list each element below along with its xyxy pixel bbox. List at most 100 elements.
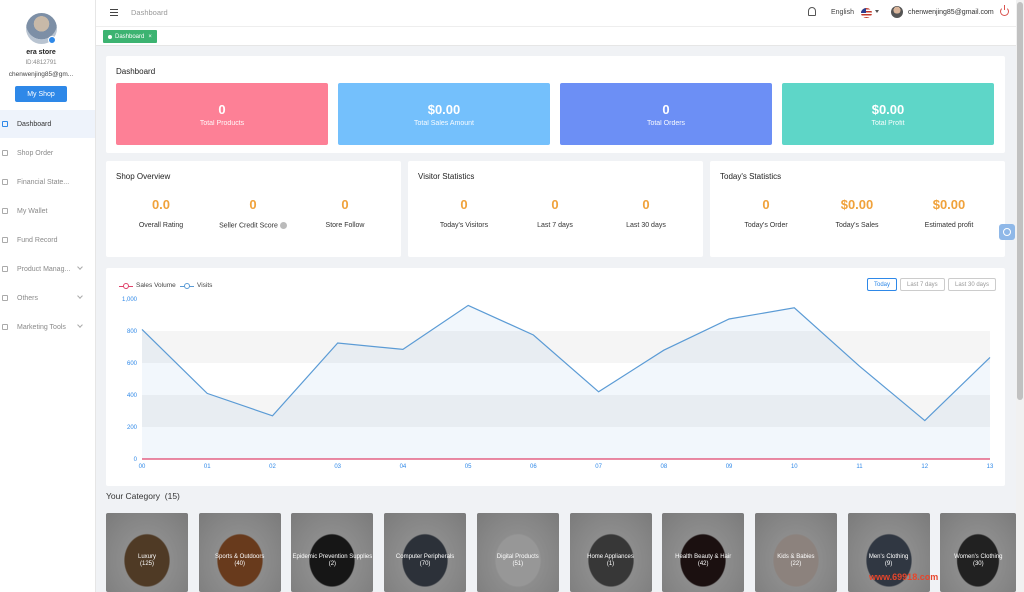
category-overlay: [198, 513, 281, 592]
user-email[interactable]: chenwenjing85@gmail.com: [908, 9, 994, 16]
category-tile[interactable]: Epidemic Prevention Supplies (2): [291, 513, 374, 592]
sidebar-item-label: Dashboard: [17, 120, 52, 128]
stat-value: $0.00: [871, 102, 905, 117]
customer-service-icon[interactable]: [999, 224, 1015, 240]
metric-value: 0.0: [151, 197, 171, 212]
sidebar-item-label: Marketing Tools: [17, 323, 66, 331]
menu-toggle-icon[interactable]: [110, 9, 118, 17]
dashboard-card: Dashboard 0 Total Products $0.00 Total Sale…: [106, 56, 1005, 153]
metric-label: Last 7 days: [537, 222, 573, 229]
sidebar-item-dashboard[interactable]: Dashboard: [0, 110, 95, 138]
category-overlay: [662, 513, 745, 592]
x-tick-label: 05: [465, 464, 472, 470]
tab-strip: Dashboard ×: [96, 27, 1016, 46]
category-name: Kids & Babies: [777, 554, 815, 560]
sidebar-item-financial-state[interactable]: Financial State...: [0, 168, 95, 196]
product-icon: [2, 266, 8, 272]
logout-icon[interactable]: [1000, 5, 1009, 16]
seller-credit-metric: 0 Seller Credit Score: [208, 197, 298, 229]
tab-dashboard[interactable]: Dashboard ×: [103, 30, 157, 43]
wallet-icon: [2, 208, 8, 214]
grid-band: [142, 299, 990, 331]
store-id: ID:4812791: [25, 60, 57, 66]
category-tile[interactable]: Home Appliances (1): [569, 513, 652, 592]
user-avatar[interactable]: [891, 6, 903, 18]
sidebar-item-label: Financial State...: [17, 178, 70, 186]
chevron-down-icon: [77, 293, 83, 299]
category-tile[interactable]: Computer Peripherals (70): [384, 513, 467, 592]
category-name: Home Appliances: [587, 554, 634, 560]
scrollbar-thumb[interactable]: [1017, 2, 1023, 400]
tab-close-icon[interactable]: ×: [148, 34, 152, 40]
sidebar-item-my-wallet[interactable]: My Wallet: [0, 197, 95, 225]
x-tick-label: 13: [987, 464, 994, 470]
y-tick-label: 800: [127, 329, 138, 335]
category-tile[interactable]: Health Beauty & Hair (42): [662, 513, 745, 592]
total-sales-amount-tile[interactable]: $0.00 Total Sales Amount: [338, 83, 550, 145]
category-tile[interactable]: Digital Products (51): [476, 513, 559, 592]
sidebar-item-fund-record[interactable]: Fund Record: [0, 226, 95, 254]
info-icon[interactable]: [279, 222, 287, 229]
order-icon: [2, 150, 8, 156]
bell-icon[interactable]: [808, 7, 816, 16]
metric-label: Estimated profit: [924, 222, 974, 229]
category-tile[interactable]: Sports & Outdoors (40): [198, 513, 281, 592]
sidebar-item-product-manag[interactable]: Product Manag...: [0, 255, 95, 283]
others-icon: [2, 295, 8, 301]
total-orders-tile[interactable]: 0 Total Orders: [560, 83, 772, 145]
category-overlay: [291, 513, 374, 592]
x-tick-label: 08: [661, 464, 668, 470]
category-name: Women's Clothing: [954, 554, 1003, 560]
y-tick-label: 600: [127, 361, 138, 367]
overall-rating-metric: 0.0 Overall Rating: [116, 197, 206, 229]
sidebar-item-marketing-tools[interactable]: Marketing Tools: [0, 313, 95, 341]
last-30-days-metric: 0 Last 30 days: [601, 197, 691, 229]
category-tile[interactable]: Women's Clothing (30): [940, 513, 1017, 592]
metric-value: 0: [341, 197, 349, 212]
category-item-count: (51): [512, 561, 524, 567]
my-shop-button[interactable]: My Shop: [15, 86, 67, 102]
chevron-down-icon[interactable]: [875, 10, 879, 13]
y-tick-label: 0: [134, 457, 138, 463]
top-bar: Dashboard English chenwenjing85@gmail.co…: [96, 0, 1016, 27]
store-email: chenwenjing85@gm...: [8, 71, 74, 78]
language-selector[interactable]: English: [831, 9, 854, 16]
verified-badge-icon: [48, 36, 56, 44]
metric-value: 0: [249, 197, 257, 212]
x-tick-label: 00: [139, 464, 146, 470]
stat-label: Total Sales Amount: [414, 120, 474, 127]
sidebar: era store ID:4812791 chenwenjing85@gm...…: [0, 0, 96, 592]
total-profit-tile[interactable]: $0.00 Total Profit: [782, 83, 994, 145]
sidebar-item-others[interactable]: Others: [0, 284, 95, 312]
active-dot-icon: [108, 34, 112, 39]
todays-statistics-card: Today's Statistics 0 Today's Order $0.00…: [710, 161, 1005, 257]
category-tile[interactable]: Kids & Babies (22): [754, 513, 837, 592]
dashboard-icon: [2, 121, 8, 127]
store-name: era store: [26, 49, 56, 56]
record-icon: [2, 237, 8, 243]
category-tile[interactable]: Luxury (125): [106, 513, 188, 592]
x-tick-label: 06: [530, 464, 537, 470]
category-overlay: [476, 513, 559, 592]
chart-card: Sales Volume Visits Today Last 7 days La…: [106, 268, 1005, 486]
metric-label: Today's Visitors: [439, 222, 489, 229]
sidebar-item-label: My Wallet: [17, 207, 48, 215]
grid-band: [142, 331, 990, 363]
category-name: Luxury: [137, 554, 156, 560]
us-flag-icon[interactable]: [861, 8, 872, 18]
last-7-days-metric: 0 Last 7 days: [510, 197, 600, 229]
shop-overview-card: Shop Overview 0.0 Overall Rating 0 Selle…: [106, 161, 401, 257]
visitor-statistics-card: Visitor Statistics 0 Today's Visitors 0 …: [408, 161, 703, 257]
stat-label: Total Orders: [646, 120, 686, 127]
x-tick-label: 03: [334, 464, 341, 470]
metric-label: Overall Rating: [138, 222, 184, 229]
page-scrollbar[interactable]: [1016, 0, 1024, 592]
todays-visitors-metric: 0 Today's Visitors: [419, 197, 509, 229]
sidebar-item-shop-order[interactable]: Shop Order: [0, 139, 95, 167]
total-products-tile[interactable]: 0 Total Products: [116, 83, 328, 145]
x-tick-label: 02: [269, 464, 276, 470]
store-follow-metric: 0 Store Follow: [300, 197, 390, 229]
x-tick-label: 12: [921, 464, 928, 470]
x-tick-label: 09: [726, 464, 733, 470]
category-item-count: (30): [972, 561, 984, 567]
